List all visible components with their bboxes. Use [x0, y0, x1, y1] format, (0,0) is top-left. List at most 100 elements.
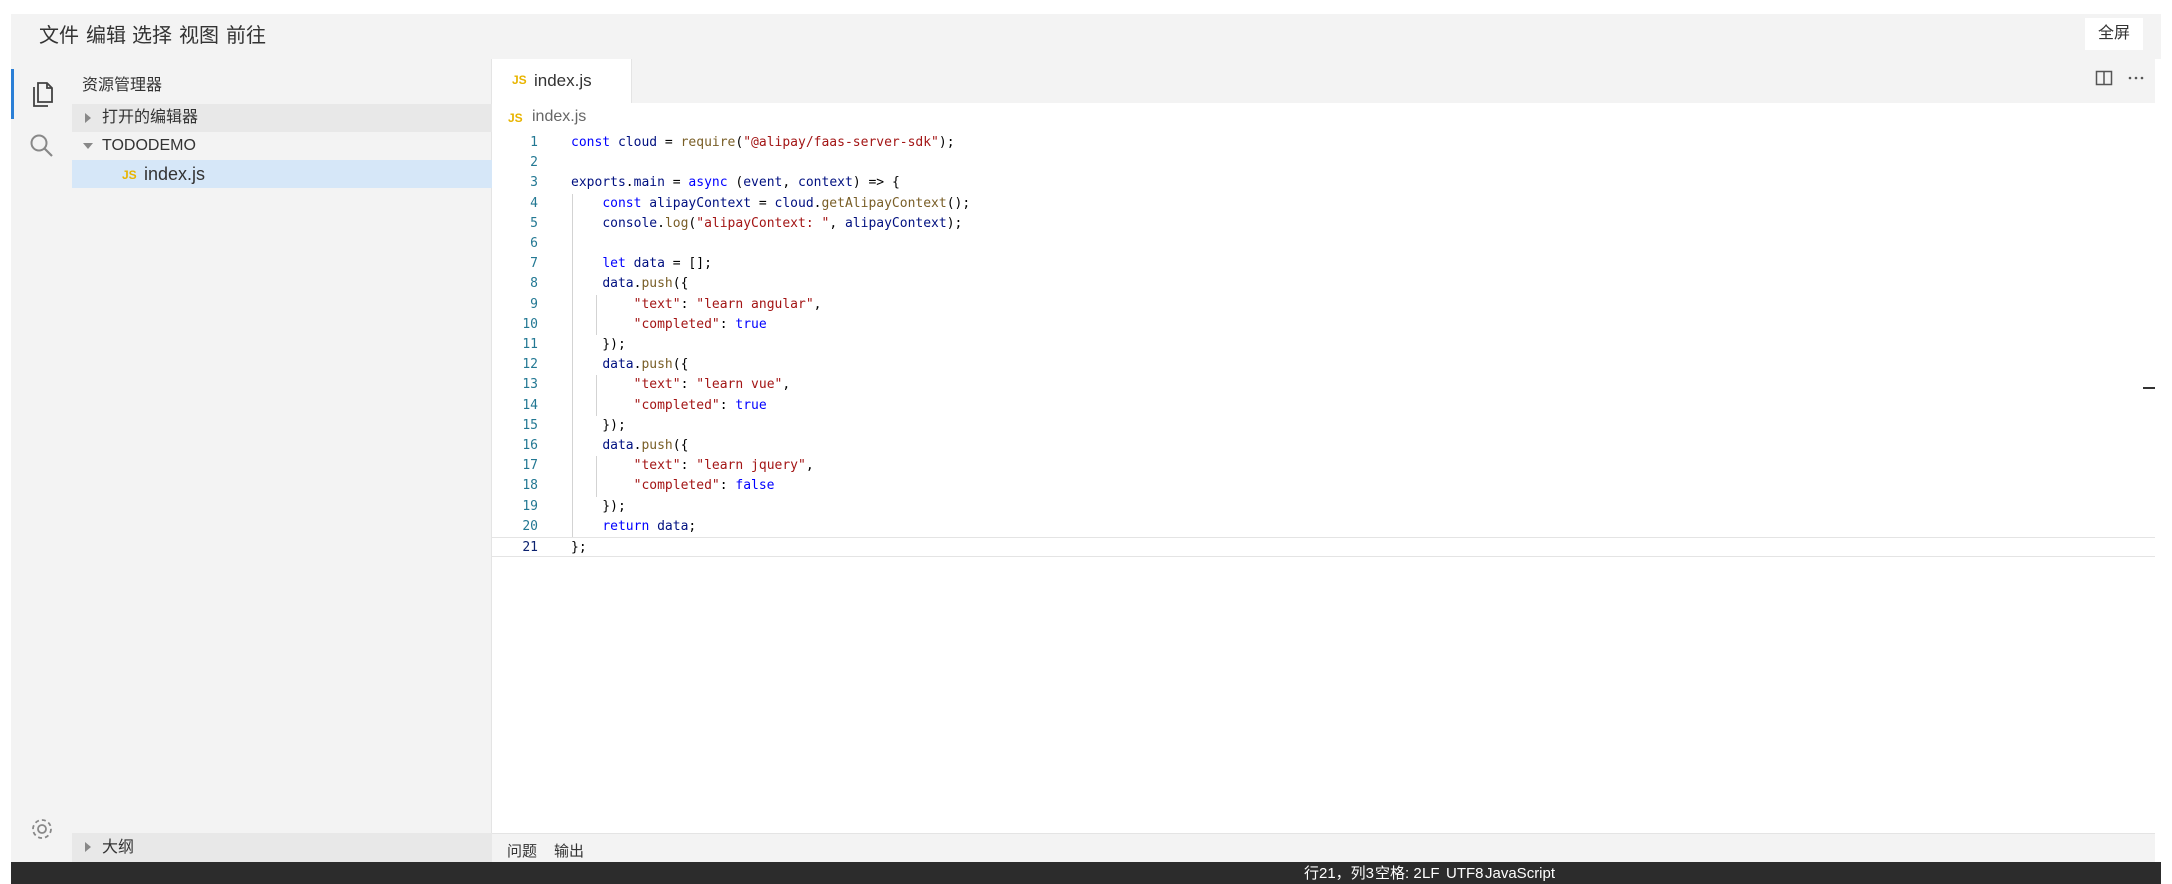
- menu-edit[interactable]: 编辑: [86, 24, 126, 48]
- code-line[interactable]: 9 "text": "learn angular",: [492, 295, 2155, 315]
- file-index-js[interactable]: JS index.js: [72, 160, 492, 188]
- indent-guide: [596, 294, 597, 335]
- code-line[interactable]: 12 data.push({: [492, 355, 2155, 375]
- code-text[interactable]: const cloud = require("@alipay/faas-serv…: [571, 133, 955, 153]
- code-line[interactable]: 15 });: [492, 416, 2155, 436]
- open-editors-section[interactable]: 打开的编辑器: [72, 104, 492, 132]
- line-number: 17: [522, 458, 538, 474]
- overview-ruler-marker: [2143, 387, 2155, 389]
- split-editor-icon[interactable]: [2095, 69, 2113, 87]
- code-line[interactable]: 5 console.log("alipayContext: ", alipayC…: [492, 214, 2155, 234]
- fullscreen-button[interactable]: 全屏: [2085, 18, 2143, 50]
- chevron-right-icon: [85, 842, 91, 852]
- code-text[interactable]: "completed": true: [571, 315, 767, 335]
- code-line[interactable]: 18 "completed": false: [492, 476, 2155, 496]
- line-number: 1: [530, 135, 538, 150]
- menu-go[interactable]: 前往: [226, 24, 266, 48]
- breadcrumb-item[interactable]: index.js: [532, 108, 586, 126]
- line-number: 15: [522, 417, 538, 433]
- code-text[interactable]: data.push({: [571, 355, 688, 375]
- status-cursor-position[interactable]: 行21，列3: [1304, 865, 1374, 883]
- folder-todo-demo[interactable]: TODODEMO: [72, 132, 492, 160]
- code-line[interactable]: 1 const cloud = require("@alipay/faas-ser…: [492, 133, 2155, 153]
- folder-label: TODODEMO: [102, 137, 196, 154]
- line-number: 21: [522, 540, 538, 555]
- code-line[interactable]: 7 let data = [];: [492, 254, 2155, 274]
- tab-bar: JS index.js: [492, 59, 2155, 103]
- code-line[interactable]: 13 "text": "learn vue",: [492, 375, 2155, 395]
- js-file-icon: JS: [508, 111, 523, 125]
- code-line[interactable]: 16 data.push({: [492, 436, 2155, 456]
- indent-guide: [596, 456, 597, 497]
- line-number: 6: [530, 236, 538, 251]
- menu-view[interactable]: 视图: [179, 24, 219, 48]
- code-line[interactable]: 3 exports.main = async (event, context) =…: [492, 173, 2155, 193]
- code-text[interactable]: let data = [];: [571, 254, 712, 274]
- line-number: 19: [522, 498, 538, 514]
- code-text[interactable]: });: [571, 335, 626, 355]
- file-label: index.js: [144, 164, 206, 184]
- code-line[interactable]: 8 data.push({: [492, 274, 2155, 294]
- status-language[interactable]: JavaScript: [1485, 865, 1555, 883]
- line-number: 12: [522, 357, 538, 373]
- tab-output[interactable]: 输出: [554, 840, 584, 861]
- code-line[interactable]: 19 });: [492, 497, 2155, 517]
- tab-index-js[interactable]: JS index.js: [492, 59, 632, 103]
- code-line[interactable]: 14 "completed": true: [492, 396, 2155, 416]
- code-line[interactable]: 6: [492, 234, 2155, 254]
- explorer-icon[interactable]: [11, 69, 72, 119]
- search-icon[interactable]: [11, 121, 72, 171]
- code-text[interactable]: "text": "learn jquery",: [571, 456, 814, 476]
- gear-icon[interactable]: [11, 804, 72, 854]
- line-number: 9: [530, 296, 538, 312]
- code-text[interactable]: "text": "learn angular",: [571, 295, 822, 315]
- code-line[interactable]: 2: [492, 153, 2155, 173]
- editor-area: JS index.js JS index.js 1 const cloud = r…: [492, 59, 2155, 833]
- line-number: 11: [522, 337, 538, 352]
- status-indentation[interactable]: 空格: 2: [1375, 865, 1422, 883]
- status-bar: 行21，列3 空格: 2 LF UTF8 JavaScript: [11, 862, 2161, 884]
- code-text[interactable]: });: [571, 416, 626, 436]
- menu-file[interactable]: 文件: [39, 24, 79, 48]
- line-number: 4: [530, 195, 538, 211]
- chevron-down-icon: [83, 143, 93, 149]
- status-encoding[interactable]: UTF8: [1446, 865, 1484, 883]
- line-number: 2: [530, 155, 538, 171]
- line-number: 13: [522, 377, 538, 393]
- outline-label: 大纲: [102, 839, 135, 856]
- line-number: 7: [530, 256, 538, 272]
- code-text[interactable]: console.log("alipayContext: ", alipayCon…: [571, 214, 962, 234]
- code-text[interactable]: "completed": true: [571, 396, 767, 416]
- code-line[interactable]: 10 "completed": true: [492, 315, 2155, 335]
- line-number: 20: [522, 518, 538, 534]
- line-number: 14: [522, 397, 538, 413]
- menu-selection[interactable]: 选择: [132, 24, 172, 48]
- line-number: 8: [530, 276, 538, 292]
- code-text[interactable]: };: [571, 538, 587, 558]
- code-line[interactable]: 20 return data;: [492, 517, 2155, 537]
- code-text[interactable]: data.push({: [571, 436, 688, 456]
- code-text[interactable]: return data;: [571, 517, 696, 537]
- code-text[interactable]: });: [571, 497, 626, 517]
- code-text[interactable]: data.push({: [571, 274, 688, 294]
- code-line[interactable]: 4 const alipayContext = cloud.getAlipayC…: [492, 194, 2155, 214]
- code-text[interactable]: "completed": false: [571, 476, 775, 496]
- tab-label: index.js: [534, 71, 592, 90]
- code-text[interactable]: const alipayContext = cloud.getAlipayCon…: [571, 194, 970, 214]
- code-text[interactable]: exports.main = async (event, context) =>…: [571, 173, 900, 193]
- sidebar-title: 资源管理器: [82, 77, 163, 94]
- line-number: 16: [522, 438, 538, 453]
- panel-bar: 问题 输出: [492, 833, 2155, 862]
- code-text[interactable]: "text": "learn vue",: [571, 375, 791, 395]
- outline-section[interactable]: 大纲: [72, 833, 492, 862]
- code-line[interactable]: 17 "text": "learn jquery",: [492, 456, 2155, 476]
- js-file-icon: JS: [512, 73, 527, 87]
- code-line[interactable]: 11 });: [492, 335, 2155, 355]
- code-line[interactable]: 21};: [492, 537, 2155, 557]
- tab-problems[interactable]: 问题: [507, 840, 537, 861]
- status-eol[interactable]: LF: [1422, 865, 1440, 883]
- open-editors-label: 打开的编辑器: [102, 109, 199, 126]
- more-actions-icon[interactable]: [2127, 69, 2145, 87]
- line-number: 18: [522, 478, 538, 494]
- js-file-icon: JS: [122, 168, 137, 182]
